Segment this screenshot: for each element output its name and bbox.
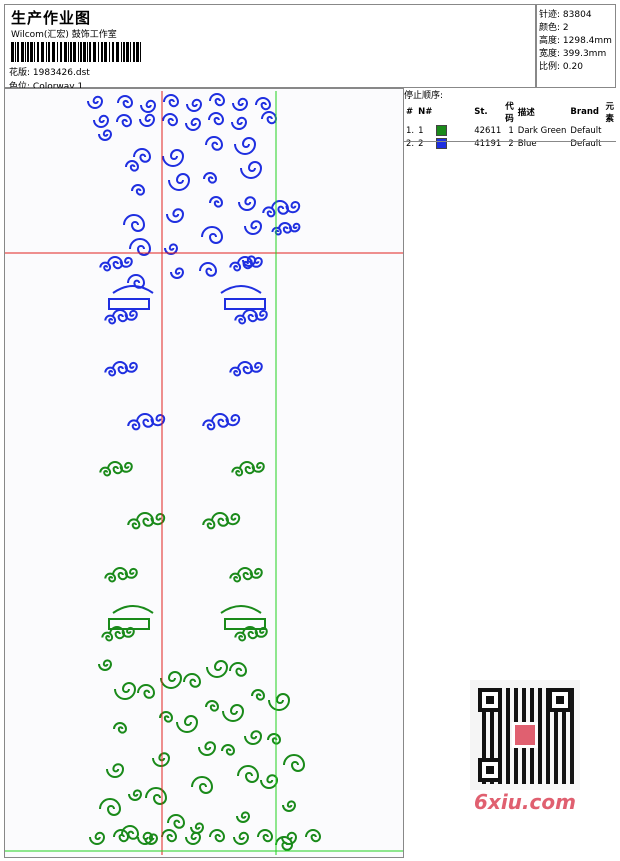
col-header: N# bbox=[418, 107, 433, 117]
table-row[interactable]: 2. 2 41191 2 Blue Default bbox=[404, 137, 616, 150]
color-swatch bbox=[436, 138, 448, 149]
col-header: Brand bbox=[570, 107, 599, 117]
col-header: 代码 bbox=[505, 102, 514, 124]
stats-panel: 针迹: 83804 颜色: 2 高度: 1298.4mm 宽度: 399.3mm… bbox=[536, 4, 616, 88]
green-ornament bbox=[89, 461, 322, 851]
company-name: Wilcom(汇宏) 鼓饰工作室 bbox=[11, 30, 117, 40]
blue-ornament bbox=[87, 93, 301, 431]
watermark-text: 6xiu.com bbox=[474, 790, 576, 814]
col-header: St. bbox=[474, 107, 488, 117]
header-panel: 生产作业图 Wilcom(汇宏) 鼓饰工作室 花版: 1983426.dst 色… bbox=[4, 4, 536, 92]
stat-width: 宽度: 399.3mm bbox=[539, 49, 607, 59]
table-row[interactable]: 1. 1 42611 1 Dark Green Default bbox=[404, 124, 616, 137]
qr-code bbox=[470, 680, 580, 790]
stop-sequence-table: # N# St. 代码 描述 Brand 元素 1. 1 42611 1 Dar… bbox=[404, 100, 616, 150]
page-title: 生产作业图 bbox=[11, 9, 92, 27]
embroidery-preview bbox=[5, 91, 403, 855]
col-header: 描述 bbox=[517, 108, 535, 118]
barcode bbox=[11, 42, 141, 62]
design-label: 花版: bbox=[9, 68, 31, 78]
stat-scale: 比例: 0.20 bbox=[539, 62, 583, 72]
stat-height: 高度: 1298.4mm bbox=[539, 36, 612, 46]
col-header bbox=[434, 100, 472, 124]
stat-stitches: 针迹: 83804 bbox=[539, 10, 592, 20]
color-swatch bbox=[436, 125, 448, 136]
design-canvas[interactable] bbox=[4, 88, 404, 858]
col-header: 元素 bbox=[605, 102, 614, 124]
design-value: 1983426.dst bbox=[32, 68, 90, 78]
stat-colors: 颜色: 2 bbox=[539, 23, 569, 33]
design-file-row: 花版: 1983426.dst bbox=[9, 65, 90, 78]
table-header-row: # N# St. 代码 描述 Brand 元素 bbox=[404, 100, 616, 124]
col-header: # bbox=[406, 107, 414, 117]
panel-divider bbox=[404, 141, 616, 142]
